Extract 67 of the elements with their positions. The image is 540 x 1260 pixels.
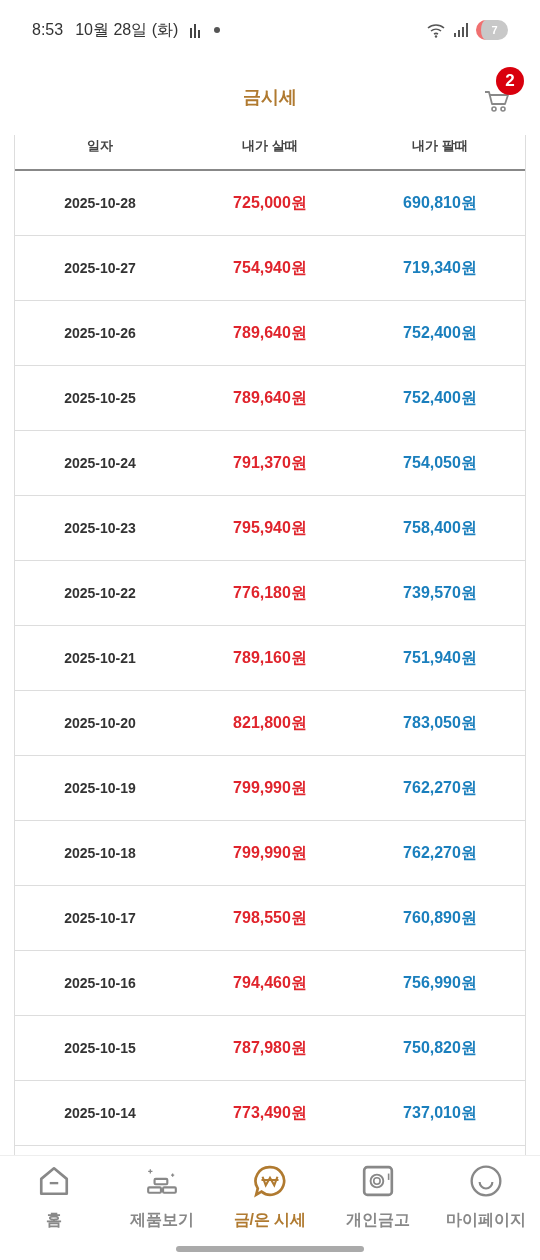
nav-tab[interactable]: 금/은 시세 — [216, 1164, 324, 1232]
sell-price-cell-text: 762,270원 — [402, 778, 478, 798]
bars-icon — [190, 22, 203, 38]
date-cell-text: 2025-10-28 — [63, 193, 137, 213]
cart-icon — [484, 89, 510, 113]
date-cell-text: 2025-10-20 — [63, 713, 137, 733]
nav-tab[interactable]: 마이페이지 — [432, 1164, 540, 1232]
column-header: 일자 — [86, 137, 114, 155]
sell-price-cell-text: 752,400원 — [402, 388, 478, 408]
date-cell-text: 2025-10-19 — [63, 778, 137, 798]
status-date: 10월 28일 (화) — [75, 20, 179, 40]
sell-price-cell-text: 762,270원 — [402, 843, 478, 863]
buy-price-cell-text: 725,000원 — [232, 193, 308, 213]
dot-icon — [214, 27, 221, 33]
buy-price-cell-text: 798,550원 — [232, 908, 308, 928]
buy-price-cell-text: 789,640원 — [232, 388, 308, 408]
nav-tab[interactable]: 제품보기 — [108, 1164, 216, 1232]
sell-price-cell-text: 758,400원 — [402, 518, 478, 538]
home-icon — [37, 1164, 71, 1198]
won-chat-icon — [253, 1164, 287, 1198]
sell-price-cell-text: 719,340원 — [402, 258, 478, 278]
date-cell-text: 2025-10-22 — [63, 583, 137, 603]
sell-price-cell-text: 737,010원 — [402, 1103, 478, 1123]
sell-price-cell-text: 752,400원 — [402, 323, 478, 343]
safe-icon — [361, 1164, 395, 1198]
nav-tab[interactable]: 홈 — [0, 1164, 108, 1232]
date-cell-text: 2025-10-24 — [63, 453, 137, 473]
buy-price-cell-text: 791,370원 — [232, 453, 308, 473]
buy-price-cell-text: 776,180원 — [232, 583, 308, 603]
date-cell-text: 2025-10-26 — [63, 323, 137, 343]
buy-price-cell-text: 789,160원 — [232, 648, 308, 668]
buy-price-cell-text: 773,490원 — [232, 1103, 308, 1123]
sell-price-cell-text: 754,050원 — [402, 453, 478, 473]
sell-price-cell-text: 756,990원 — [402, 973, 478, 993]
date-cell-text: 2025-10-14 — [63, 1103, 137, 1123]
date-cell-text: 2025-10-21 — [63, 648, 137, 668]
buy-price-cell-text: 754,940원 — [232, 258, 308, 278]
sell-price-cell-text: 690,810원 — [402, 193, 478, 213]
column-header: 내가 살때 — [241, 137, 299, 155]
sell-price-cell-text: 760,890원 — [402, 908, 478, 928]
buy-price-cell-text: 799,990원 — [232, 843, 308, 863]
signal-icon — [454, 23, 468, 37]
wifi-icon — [426, 22, 446, 38]
date-cell-text: 2025-10-27 — [63, 258, 137, 278]
buy-price-cell-text: 789,640원 — [232, 323, 308, 343]
buy-price-cell-text: 821,800원 — [232, 713, 308, 733]
status-time: 8:53 — [32, 20, 64, 40]
date-cell-text: 2025-10-23 — [63, 518, 137, 538]
cart-count-badge: 2 — [496, 67, 524, 95]
sell-price-cell-text: 739,570원 — [402, 583, 478, 603]
sell-price-cell-text: 783,050원 — [402, 713, 478, 733]
smile-icon — [469, 1164, 503, 1198]
buy-price-cell-text: 799,990원 — [232, 778, 308, 798]
date-cell-text: 2025-10-15 — [63, 1038, 137, 1058]
date-cell-text: 2025-10-25 — [63, 388, 137, 408]
sell-price-cell-text: 750,820원 — [402, 1038, 478, 1058]
date-cell-text: 2025-10-17 — [63, 908, 137, 928]
buy-price-cell-text: 795,940원 — [232, 518, 308, 538]
sell-price-cell-text: 751,940원 — [402, 648, 478, 668]
date-cell-text: 2025-10-18 — [63, 843, 137, 863]
page-title: 금시세 — [243, 86, 297, 109]
nav-tab[interactable]: 개인금고 — [324, 1164, 432, 1232]
cart-button[interactable]: 2 — [484, 67, 524, 113]
buy-price-cell-text: 787,980원 — [232, 1038, 308, 1058]
column-header: 내가 팔때 — [411, 137, 469, 155]
buy-price-cell-text: 794,460원 — [232, 973, 308, 993]
date-cell-text: 2025-10-16 — [63, 973, 137, 993]
